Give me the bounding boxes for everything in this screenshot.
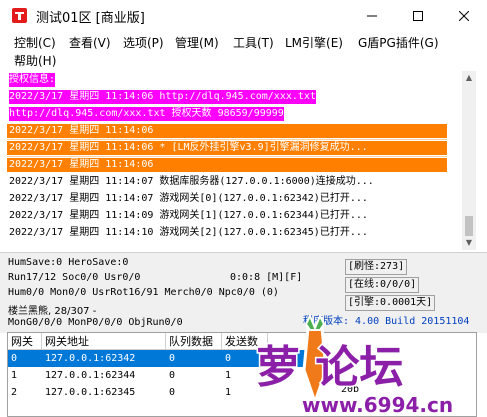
forum-watermark-logo: 萝 论坛 www.6994.cn bbox=[255, 313, 455, 417]
log-line: http://dlq.945.com/xxx.txt 授权天数 98659/99… bbox=[9, 107, 284, 121]
cell-gate: 0 bbox=[11, 353, 18, 364]
log-line: 2022/3/17 星期四 11:14:07 游戏网关[0](127.0.0.1… bbox=[9, 193, 368, 204]
window-title: 测试01区 [商业版] bbox=[36, 11, 145, 26]
status-monster: 楼兰黑熊, 28/307 - bbox=[8, 306, 97, 317]
minimize-icon bbox=[367, 15, 377, 16]
menu-tools[interactable]: 工具(T) bbox=[233, 34, 274, 51]
scroll-thumb[interactable] bbox=[465, 216, 473, 236]
log-line: 2022/3/17 星期四 11:14:06 * [LM反外挂引擎v3.9]引擎… bbox=[9, 142, 368, 153]
scroll-up-icon[interactable]: ▲ bbox=[464, 73, 474, 83]
log-panel[interactable]: 授权信息: 2022/3/17 星期四 11:14:06 http://dlq.… bbox=[7, 71, 462, 250]
menu-control[interactable]: 控制(C) bbox=[14, 34, 56, 51]
log-line: 2022/3/17 星期四 11:14:07 数据库服务器(127.0.0.1:… bbox=[9, 176, 374, 187]
refresh-count: [刷怪:273] bbox=[345, 259, 408, 275]
cell-queue: 0 bbox=[169, 353, 176, 364]
cell-sent: 1 bbox=[225, 387, 232, 398]
cell-sent: 0 bbox=[225, 353, 232, 364]
watermark-url: www.6994.cn bbox=[302, 393, 453, 417]
status-objects: MonG0/0/0 MonP0/0/0 ObjRun0/0 bbox=[8, 317, 183, 328]
log-line: 2022/3/17 星期四 11:14:06 http://dlq.945.co… bbox=[9, 90, 316, 104]
menu-lm-engine[interactable]: LM引擎(E) bbox=[285, 34, 343, 51]
cell-address: 127.0.0.1:62342 bbox=[45, 353, 136, 364]
cell-address: 127.0.0.1:62344 bbox=[45, 370, 136, 381]
menu-options[interactable]: 选项(P) bbox=[123, 34, 164, 51]
log-divider bbox=[7, 139, 447, 140]
cell-address: 127.0.0.1:62345 bbox=[45, 387, 136, 398]
status-timer: 0:0:8 [M][F] bbox=[230, 272, 303, 283]
col-header-address[interactable]: 网关地址 bbox=[42, 333, 166, 350]
menu-help[interactable]: 帮助(H) bbox=[14, 52, 56, 69]
log-line: 2022/3/17 星期四 11:14:09 游戏网关[1](127.0.0.1… bbox=[9, 210, 368, 221]
app-icon bbox=[12, 8, 27, 23]
status-humans: Hum0/0 Mon0/0 UsrRot16/91 Merch0/0 Npc0/… bbox=[8, 287, 279, 298]
log-line: 2022/3/17 星期四 11:14:06 bbox=[9, 159, 154, 170]
watermark-text: 萝 论坛 bbox=[256, 342, 403, 393]
engine-days: [引擎:0.0001天] bbox=[345, 295, 436, 311]
menu-bar: 控制(C) 查看(V) 选项(P) 管理(M) 工具(T) LM引擎(E) G盾… bbox=[0, 31, 487, 69]
maximize-icon bbox=[413, 10, 423, 21]
close-button[interactable] bbox=[441, 0, 487, 31]
status-save: HumSave:0 HeroSave:0 bbox=[8, 257, 129, 268]
maximize-button[interactable] bbox=[395, 0, 441, 31]
close-icon bbox=[459, 10, 469, 21]
cell-sent: 1 bbox=[225, 370, 232, 381]
online-count: [在线:0/0/0] bbox=[345, 277, 420, 293]
scroll-down-icon[interactable]: ▼ bbox=[464, 238, 474, 248]
log-line: 授权信息: bbox=[9, 73, 56, 87]
cell-queue: 0 bbox=[169, 387, 176, 398]
cell-queue: 0 bbox=[169, 370, 176, 381]
log-line: 2022/3/17 星期四 11:14:06 bbox=[9, 125, 154, 136]
log-divider bbox=[7, 156, 447, 157]
col-header-queue[interactable]: 队列数据 bbox=[166, 333, 222, 350]
menu-view[interactable]: 查看(V) bbox=[69, 34, 111, 51]
menu-g-shield[interactable]: G盾PG插件(G) bbox=[358, 34, 439, 51]
title-bar: 测试01区 [商业版] bbox=[0, 0, 487, 31]
col-header-gate[interactable]: 网关 bbox=[8, 333, 42, 350]
minimize-button[interactable] bbox=[349, 0, 395, 31]
cell-gate: 1 bbox=[11, 370, 18, 381]
log-scrollbar[interactable]: ▲ ▼ bbox=[462, 71, 476, 250]
cell-gate: 2 bbox=[11, 387, 18, 398]
status-run: Run17/12 Soc0/0 Usr0/0 bbox=[8, 272, 141, 283]
menu-manage[interactable]: 管理(M) bbox=[175, 34, 219, 51]
log-line: 2022/3/17 星期四 11:14:10 游戏网关[2](127.0.0.1… bbox=[9, 227, 368, 238]
